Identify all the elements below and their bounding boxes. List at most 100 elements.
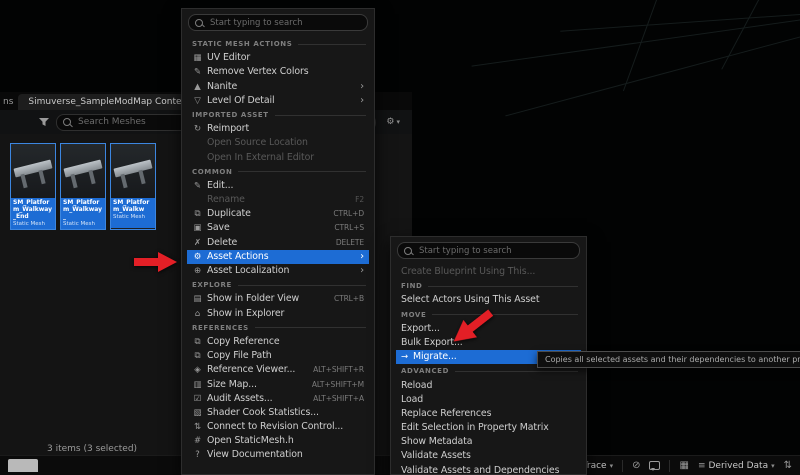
menu-item-level-of-detail[interactable]: ▽Level Of Detail› bbox=[187, 94, 369, 108]
save-icon: ▣ bbox=[192, 221, 203, 235]
revision-control-icon: ⇅ bbox=[192, 420, 203, 434]
filter-icon[interactable] bbox=[38, 117, 50, 127]
menu-item-remove-vertex-colors[interactable]: ✎Remove Vertex Colors bbox=[187, 65, 369, 79]
menu-item-label: Nanite bbox=[207, 80, 355, 94]
menu-item-reload[interactable]: Reload bbox=[396, 379, 581, 393]
folder-icon: ▤ bbox=[192, 292, 203, 306]
mesh-preview-shape bbox=[20, 174, 27, 189]
breadcrumb[interactable]: ns bbox=[0, 97, 18, 110]
menu-item-label: Asset Actions bbox=[207, 250, 355, 264]
content-browser-settings-button[interactable]: ⚙▾ bbox=[382, 116, 404, 128]
submenu-search-box[interactable] bbox=[397, 242, 580, 259]
menu-item-edit[interactable]: ✎Edit... bbox=[187, 179, 369, 193]
menu-item-show-in-folder-view[interactable]: ▤Show in Folder ViewCTRL+B bbox=[187, 292, 369, 306]
menu-item-copy-reference[interactable]: ⧉Copy Reference bbox=[187, 335, 369, 349]
mesh-preview-shape bbox=[13, 160, 52, 178]
menu-item-show-metadata[interactable]: Show Metadata bbox=[396, 435, 581, 449]
screenshot-icon[interactable]: ▦ bbox=[679, 461, 688, 471]
menu-item-nanite[interactable]: ▲Nanite› bbox=[187, 80, 369, 94]
asset-label-box: SM_Platform_WalkwStatic Mesh bbox=[111, 198, 155, 228]
menu-item-label: Validate Assets and Dependencies bbox=[401, 464, 576, 475]
menu-item-reference-viewer[interactable]: ◈Reference Viewer...ALT+SHIFT+R bbox=[187, 363, 369, 377]
menu-item-copy-file-path[interactable]: ⧉Copy File Path bbox=[187, 349, 369, 363]
section-header-label: COMMON bbox=[192, 168, 232, 176]
paintbrush-icon: ✎ bbox=[192, 65, 203, 79]
menu-item-open-source-location: Open Source Location bbox=[187, 136, 369, 150]
menu-item-delete[interactable]: ✗ Delete DELETE bbox=[187, 236, 369, 250]
menu-item-asset-actions[interactable]: ⚙Asset Actions› bbox=[187, 250, 369, 264]
menu-item-replace-references[interactable]: Replace References bbox=[396, 407, 581, 421]
menu-item-audit-assets[interactable]: ☑Audit Assets...ALT+SHIFT+A bbox=[187, 392, 369, 406]
menu-item-label: Show in Folder View bbox=[207, 292, 330, 306]
revision-control-icon[interactable]: ⊘ bbox=[632, 461, 640, 471]
menu-item-size-map[interactable]: ▥Size Map...ALT+SHIFT+M bbox=[187, 378, 369, 392]
menu-item-view-documentation[interactable]: ?View Documentation bbox=[187, 448, 369, 462]
asset-label-box: SM_Platform_Walkway_EndStatic Mesh bbox=[11, 198, 55, 229]
asset-tile[interactable]: SM_Platform_Walkway_Static Mesh bbox=[60, 143, 106, 230]
tab-label: Simuverse_SampleModMap Content bbox=[28, 97, 190, 107]
asset-thumbnail bbox=[61, 144, 105, 198]
menu-item-shader-cook-statistics[interactable]: ▧Shader Cook Statistics... bbox=[187, 406, 369, 420]
localization-icon: ⊕ bbox=[192, 264, 203, 278]
submenu-search-input[interactable] bbox=[417, 245, 573, 257]
asset-type-label: Static Mesh bbox=[113, 214, 153, 220]
explorer-icon: ⌂ bbox=[192, 307, 203, 321]
submenu-arrow-icon: › bbox=[360, 266, 364, 276]
item-count: 3 items (3 selected) bbox=[47, 444, 137, 454]
menu-item-asset-localization[interactable]: ⊕Asset Localization› bbox=[187, 264, 369, 278]
section-divider bbox=[238, 171, 366, 172]
shader-icon: ▧ bbox=[192, 406, 203, 420]
menu-item-open-in-external-editor: Open In External Editor bbox=[187, 151, 369, 165]
menu-item-label: Reference Viewer... bbox=[207, 363, 309, 377]
menu-item-label: Copy Reference bbox=[207, 335, 364, 349]
asset-tile[interactable]: SM_Platform_WalkwStatic Mesh bbox=[110, 143, 156, 230]
shortcut-label: ALT+SHIFT+A bbox=[313, 392, 364, 406]
content-drawer-button[interactable] bbox=[8, 459, 38, 472]
menu-item-label: Load bbox=[401, 393, 576, 407]
menu-item-load[interactable]: Load bbox=[396, 393, 581, 407]
submenu-arrow-icon: › bbox=[360, 82, 364, 92]
asset-actions-icon: ⚙ bbox=[192, 250, 203, 264]
menu-item-validate-assets-and-dependencies[interactable]: Validate Assets and Dependencies bbox=[396, 464, 581, 475]
asset-type-label: Static Mesh bbox=[13, 221, 53, 227]
menu-item-label: Select Actors Using This Asset bbox=[401, 293, 576, 307]
content-browser-tab[interactable]: Simuverse_SampleModMap Content bbox=[18, 94, 200, 110]
menu-search-input[interactable] bbox=[208, 17, 361, 29]
search-icon bbox=[195, 19, 203, 27]
asset-name: SM_Platform_Walkway_End bbox=[13, 199, 53, 220]
menu-item-save[interactable]: ▣SaveCTRL+S bbox=[187, 221, 369, 235]
menu-item-label: Delete bbox=[207, 236, 332, 250]
menu-item-show-in-explorer[interactable]: ⌂Show in Explorer bbox=[187, 307, 369, 321]
menu-item-label: Duplicate bbox=[207, 207, 329, 221]
section-divider bbox=[255, 327, 366, 328]
menu-search-box[interactable] bbox=[188, 14, 368, 31]
menu-item-reimport[interactable]: ↻Reimport bbox=[187, 122, 369, 136]
menu-item-uv-editor[interactable]: ▦UV Editor bbox=[187, 51, 369, 65]
menu-item-label: Bulk Export... bbox=[401, 336, 576, 350]
menu-item-duplicate[interactable]: ⧉DuplicateCTRL+D bbox=[187, 207, 369, 221]
edit-icon: ✎ bbox=[192, 179, 203, 193]
settings-icon: ⚙ bbox=[386, 117, 394, 127]
shortcut-label: F2 bbox=[355, 193, 364, 207]
sync-icon[interactable]: ⇅ bbox=[784, 461, 792, 471]
menu-item-label: UV Editor bbox=[207, 51, 364, 65]
menu-item-validate-assets[interactable]: Validate Assets bbox=[396, 449, 581, 463]
menu-item-label: Reload bbox=[401, 379, 576, 393]
menu-item-select-actors-using-this-asset[interactable]: Select Actors Using This Asset bbox=[396, 293, 581, 307]
shortcut-label: DELETE bbox=[336, 236, 364, 250]
menu-item-edit-selection-in-property-matrix[interactable]: Edit Selection in Property Matrix bbox=[396, 421, 581, 435]
message-bubble-icon[interactable] bbox=[649, 461, 660, 470]
asset-tile[interactable]: SM_Platform_Walkway_EndStatic Mesh bbox=[10, 143, 56, 230]
delete-icon: ✗ bbox=[192, 236, 203, 250]
derived-data-button[interactable]: ≡ Derived Data ▾ bbox=[698, 461, 775, 471]
mesh-preview-shape bbox=[70, 174, 77, 189]
menu-item-bulk-export[interactable]: Bulk Export... bbox=[396, 336, 581, 350]
section-divider bbox=[298, 44, 366, 45]
menu-item-open-staticmesh-h[interactable]: #Open StaticMesh.h bbox=[187, 434, 369, 448]
mesh-preview-shape bbox=[120, 174, 127, 189]
viewport-grid-line bbox=[623, 0, 658, 91]
menu-item-connect-to-revision-control[interactable]: ⇅Connect to Revision Control... bbox=[187, 420, 369, 434]
menu-item-label: Rename bbox=[207, 193, 351, 207]
menu-item-label: Open StaticMesh.h bbox=[207, 434, 364, 448]
search-icon bbox=[404, 247, 412, 255]
